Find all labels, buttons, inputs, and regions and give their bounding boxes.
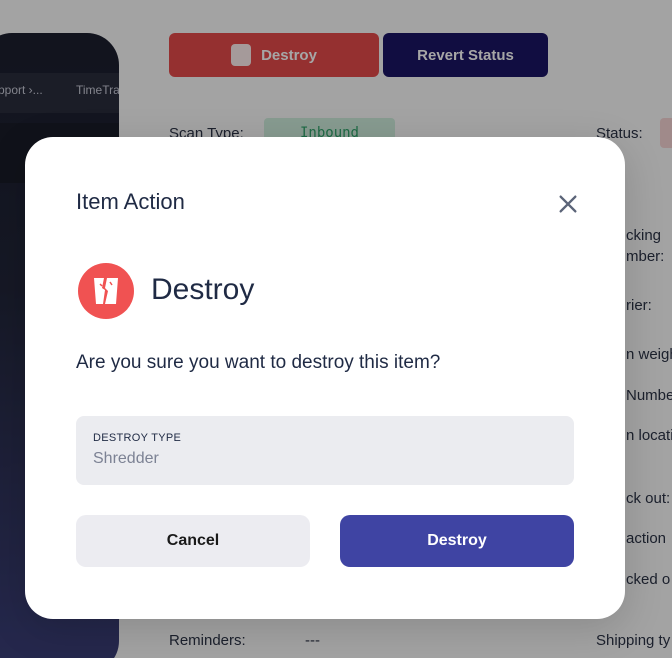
destroy-type-field[interactable]: DESTROY TYPE Shredder	[76, 416, 574, 485]
confirmation-question: Are you sure you want to destroy this it…	[76, 352, 441, 373]
modal-title: Item Action	[76, 189, 185, 214]
cancel-button[interactable]: Cancel	[76, 515, 310, 567]
close-button[interactable]	[553, 189, 583, 219]
shredded-paper-icon	[94, 278, 118, 304]
close-icon	[559, 195, 577, 213]
destroy-action-icon	[78, 263, 134, 319]
item-action-modal: Item Action Destroy Are you sure you wan…	[25, 137, 625, 619]
cancel-button-label: Cancel	[166, 532, 220, 549]
confirm-destroy-label: Destroy	[427, 532, 487, 549]
destroy-type-label: DESTROY TYPE	[93, 432, 182, 444]
destroy-type-value: Shredder	[93, 450, 159, 467]
confirm-destroy-button[interactable]: Destroy	[340, 515, 574, 567]
action-heading: Destroy	[151, 273, 255, 306]
